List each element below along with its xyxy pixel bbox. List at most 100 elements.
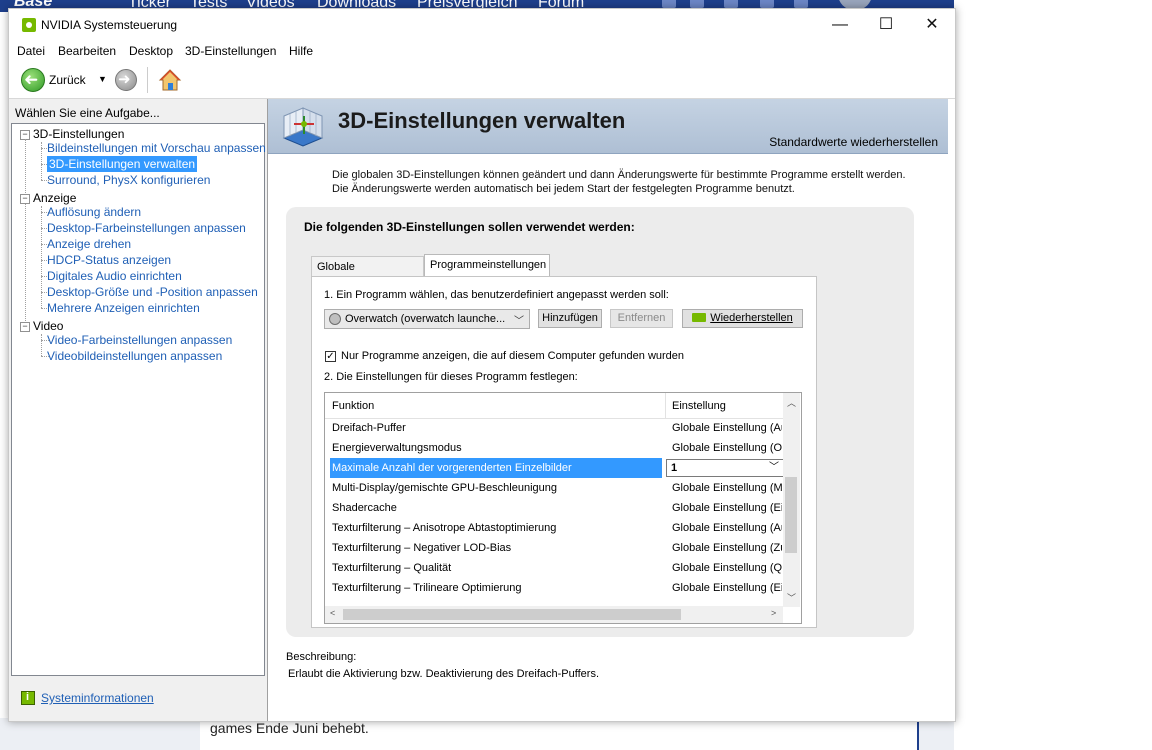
menu-3d-settings[interactable]: 3D-Einstellungen xyxy=(185,44,276,58)
row-setting: Globale Einstellung (Ein xyxy=(672,502,782,514)
scroll-down-icon[interactable]: ﹀ xyxy=(787,591,796,604)
facebook-icon[interactable] xyxy=(662,0,676,8)
program-settings-page: 1. Ein Programm wählen, das benutzerdefi… xyxy=(311,276,817,628)
rss-icon[interactable] xyxy=(794,0,808,8)
tree-item-desktop-size-position[interactable]: Desktop-Größe und -Position anpassen xyxy=(47,284,258,300)
table-row-selected[interactable]: Maximale Anzahl der vorgerenderten Einze… xyxy=(325,458,783,478)
table-row[interactable]: Texturfilterung – Trilineare Optimierung… xyxy=(325,578,783,598)
horizontal-scroll-thumb[interactable] xyxy=(343,609,681,620)
table-row[interactable]: Texturfilterung – Negativer LOD-Bias Glob… xyxy=(325,538,783,558)
table-row[interactable]: Texturfilterung – Qualität Globale Einste… xyxy=(325,558,783,578)
show-only-found-label[interactable]: Nur Programme anzeigen, die auf diesem C… xyxy=(341,350,684,362)
grid-header: Funktion Einstellung xyxy=(325,393,783,419)
overwatch-icon xyxy=(329,313,341,325)
tree-item-digital-audio[interactable]: Digitales Audio einrichten xyxy=(47,268,182,284)
task-tree: − 3D-Einstellungen Bildeinstellungen mit… xyxy=(11,123,266,676)
nvidia-app-icon xyxy=(22,18,36,32)
twitter-icon[interactable] xyxy=(690,0,704,8)
menu-help[interactable]: Hilfe xyxy=(289,44,313,58)
tree-item-video-color[interactable]: Video-Farbeinstellungen anpassen xyxy=(47,332,232,348)
menu-edit[interactable]: Bearbeiten xyxy=(58,44,116,58)
tree-item-video-image[interactable]: Videobildeinstellungen anpassen xyxy=(47,348,222,364)
horizontal-scrollbar[interactable]: < > xyxy=(325,606,783,623)
tree-item-image-settings-preview[interactable]: Bildeinstellungen mit Vorschau anpassen xyxy=(47,140,266,156)
intro-description: Die globalen 3D-Einstellungen können geä… xyxy=(332,169,906,195)
back-button-label[interactable]: Zurück xyxy=(49,73,86,87)
google-plus-icon[interactable] xyxy=(724,0,738,8)
nvidia-control-panel-window: NVIDIA Systemsteuerung — ☐ ✕ Datei Bearb… xyxy=(8,8,956,722)
row-function: Texturfilterung – Trilineare Optimierung xyxy=(332,582,522,594)
system-information-label[interactable]: Systeminformationen xyxy=(41,691,154,705)
row-setting: Globale Einstellung (Zul xyxy=(672,542,782,554)
chevron-down-icon: ﹀ xyxy=(514,316,524,327)
back-arrow-icon[interactable] xyxy=(21,68,45,92)
tree-item-change-resolution[interactable]: Auflösung ändern xyxy=(47,204,141,220)
table-row[interactable]: Multi-Display/gemischte GPU-Beschleunigu… xyxy=(325,478,783,498)
row-setting-value: 1 xyxy=(671,462,678,474)
program-select[interactable]: Overwatch (overwatch launche... ﹀ xyxy=(324,309,530,329)
table-row[interactable]: Shadercache Globale Einstellung (Ein xyxy=(325,498,783,518)
collapse-toggle-icon[interactable]: − xyxy=(20,194,30,204)
tab-program-settings[interactable]: Programmeinstellungen xyxy=(424,254,550,276)
scroll-right-icon[interactable]: > xyxy=(771,608,776,618)
row-function: Energieverwaltungsmodus xyxy=(332,442,462,454)
description-text: Erlaubt die Aktivierung bzw. Deaktivieru… xyxy=(288,668,600,680)
scroll-up-icon[interactable]: ︿ xyxy=(787,396,796,409)
tree-item-multiple-displays[interactable]: Mehrere Anzeigen einrichten xyxy=(47,300,200,316)
row-function: Multi-Display/gemischte GPU-Beschleunigu… xyxy=(332,482,557,494)
program-select-value: Overwatch (overwatch launche... xyxy=(345,313,506,325)
home-icon[interactable] xyxy=(158,68,182,92)
step2-label: 2. Die Einstellungen für dieses Programm… xyxy=(324,371,578,383)
step1-label: 1. Ein Programm wählen, das benutzerdefi… xyxy=(324,289,669,301)
restore-program-button[interactable]: Wiederherstellen xyxy=(682,309,803,328)
close-button[interactable]: ✕ xyxy=(909,9,955,41)
add-program-button[interactable]: Hinzufügen xyxy=(538,309,602,328)
row-setting: Globale Einstellung (Op xyxy=(672,442,782,454)
tree-connector xyxy=(41,334,42,356)
tree-item-rotate-display[interactable]: Anzeige drehen xyxy=(47,236,131,252)
menu-file[interactable]: Datei xyxy=(17,44,45,58)
tree-connector xyxy=(25,139,26,327)
nvidia-logo-icon xyxy=(692,313,707,322)
scroll-left-icon[interactable]: < xyxy=(330,608,335,618)
tab-global-settings[interactable]: Globale Einstellungen xyxy=(311,256,424,293)
youtube-icon[interactable] xyxy=(760,0,774,8)
maximize-button[interactable]: ☐ xyxy=(863,9,909,41)
column-header-function[interactable]: Funktion xyxy=(332,400,374,412)
window-title: NVIDIA Systemsteuerung xyxy=(41,18,178,32)
column-header-setting[interactable]: Einstellung xyxy=(672,400,726,412)
3d-settings-icon xyxy=(278,102,328,148)
restore-defaults-link[interactable]: Standardwerte wiederherstellen xyxy=(769,135,938,149)
remove-program-button[interactable]: Entfernen xyxy=(610,309,673,328)
task-panel-header: Wählen Sie eine Aufgabe... xyxy=(15,106,160,120)
row-function: Dreifach-Puffer xyxy=(332,422,406,434)
settings-grid: Funktion Einstellung Dreifach-Puffer Glob… xyxy=(324,392,802,624)
row-function: Shadercache xyxy=(332,502,397,514)
vertical-scrollbar[interactable]: ︿ ﹀ xyxy=(783,393,800,607)
settings-group-heading: Die folgenden 3D-Einstellungen sollen ve… xyxy=(304,220,635,234)
row-function: Texturfilterung – Anisotrope Abtastoptim… xyxy=(332,522,557,534)
row-setting-dropdown[interactable]: 1 ﹀ xyxy=(666,459,783,477)
toolbar-separator xyxy=(147,67,148,93)
table-row[interactable]: Energieverwaltungsmodus Globale Einstellu… xyxy=(325,438,783,458)
show-only-found-checkbox[interactable]: ✓ xyxy=(325,351,336,362)
forward-arrow-icon[interactable] xyxy=(115,69,137,91)
background-article-margin xyxy=(0,718,200,750)
back-history-dropdown-icon[interactable]: ▼ xyxy=(98,74,107,84)
vertical-scroll-thumb[interactable] xyxy=(785,477,797,553)
background-article-text: games Ende Juni behebt. xyxy=(210,720,369,736)
menu-desktop[interactable]: Desktop xyxy=(129,44,173,58)
column-divider[interactable] xyxy=(665,393,666,418)
table-row[interactable]: Dreifach-Puffer Globale Einstellung (Au xyxy=(325,418,783,438)
minimize-button[interactable]: — xyxy=(817,9,863,41)
table-row[interactable]: Texturfilterung – Anisotrope Abtastoptim… xyxy=(325,518,783,538)
tree-item-desktop-color[interactable]: Desktop-Farbeinstellungen anpassen xyxy=(47,220,246,236)
chevron-down-icon: ﹀ xyxy=(769,462,779,473)
row-setting: Globale Einstellung (Qu xyxy=(672,562,782,574)
background-article-margin xyxy=(918,718,954,750)
tree-item-manage-3d-settings[interactable]: 3D-Einstellungen verwalten xyxy=(47,156,198,172)
title-bar[interactable]: NVIDIA Systemsteuerung — ☐ ✕ xyxy=(9,9,955,41)
tree-item-surround-physx[interactable]: Surround, PhysX konfigurieren xyxy=(47,172,210,188)
tree-item-hdcp-status[interactable]: HDCP-Status anzeigen xyxy=(47,252,171,268)
collapse-toggle-icon[interactable]: − xyxy=(20,322,30,332)
